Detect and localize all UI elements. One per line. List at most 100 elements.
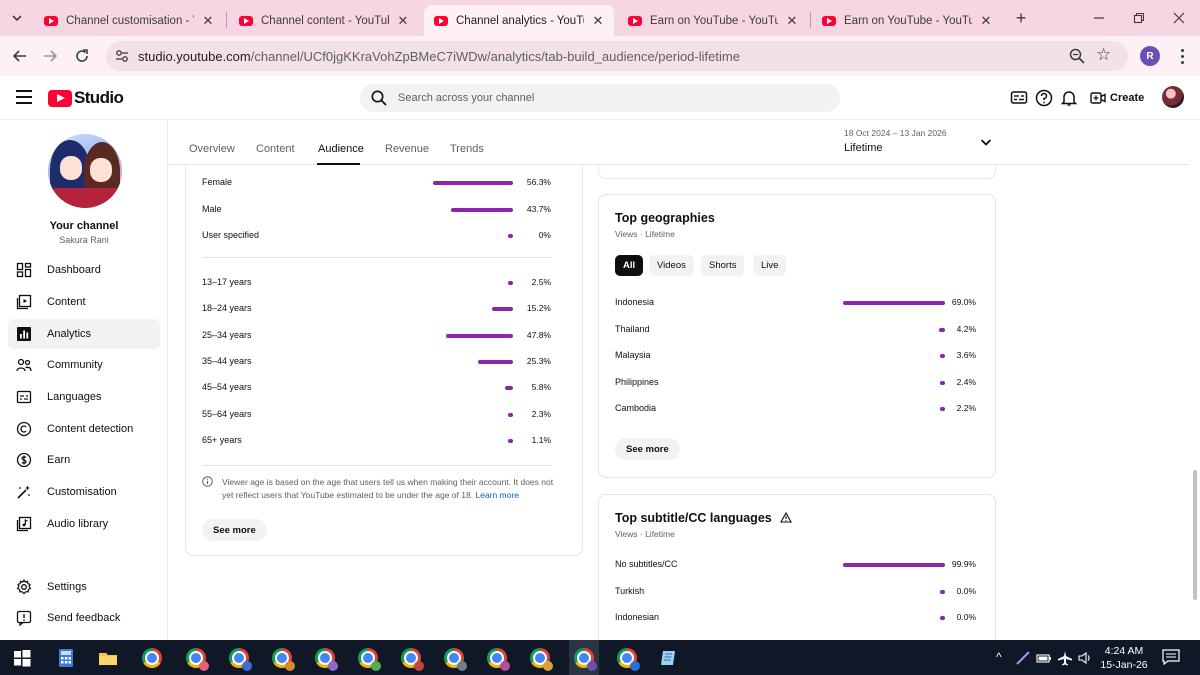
chrome-profile-icon[interactable] — [401, 648, 424, 671]
sidebar-item-earn[interactable]: Earn — [8, 445, 160, 475]
back-button[interactable] — [8, 44, 32, 68]
notification-center-icon[interactable] — [1162, 649, 1180, 665]
tab-revenue[interactable]: Revenue — [385, 143, 429, 155]
browser-tab-2[interactable]: Channel content - YouTube Studio ✕ — [229, 5, 419, 36]
sidebar-item-languages[interactable]: Languages — [8, 382, 160, 412]
notifications-bell-icon[interactable] — [1060, 89, 1078, 107]
create-button[interactable]: Create — [1090, 85, 1144, 111]
sidebar-item-send-feedback[interactable]: Send feedback — [8, 603, 160, 633]
age-row: 35–44 years 25.3% — [186, 354, 582, 370]
search-input[interactable]: Search across your channel — [360, 84, 840, 112]
learn-more-link[interactable]: Learn more — [475, 490, 518, 500]
age-row: 18–24 years 15.2% — [186, 301, 582, 317]
chrome-profile-r-icon[interactable] — [574, 648, 597, 671]
close-tab-icon[interactable]: ✕ — [978, 13, 994, 29]
studio-logo[interactable]: Studio — [48, 88, 124, 108]
tab-trends[interactable]: Trends — [450, 143, 484, 155]
notepad-icon[interactable] — [659, 648, 679, 668]
chip-shorts[interactable]: Shorts — [701, 255, 745, 276]
previous-card — [598, 166, 996, 179]
airplane-mode-icon[interactable] — [1057, 650, 1073, 666]
subtitles-icon[interactable] — [1010, 89, 1028, 107]
tab-audience[interactable]: Audience — [318, 143, 364, 155]
page-scrollbar[interactable] — [1190, 120, 1200, 640]
sidebar-item-customisation[interactable]: Customisation — [8, 477, 160, 507]
taskbar-clock[interactable]: 4:24 AM 15-Jan-26 — [1098, 644, 1150, 672]
windows-taskbar: ^ 4:24 AM 15-Jan-26 — [0, 640, 1200, 675]
zoom-icon[interactable] — [1068, 47, 1086, 65]
chrome-profile-icon[interactable] — [315, 648, 338, 671]
chrome-profile-icon[interactable] — [272, 648, 295, 671]
chrome-profile-icon[interactable] — [358, 648, 381, 671]
sidebar-item-analytics[interactable]: Analytics — [8, 319, 160, 349]
windows-start-icon[interactable] — [12, 648, 32, 668]
minimize-button[interactable] — [1088, 7, 1110, 29]
tab-overview[interactable]: Overview — [189, 143, 235, 155]
sidebar-item-audio-library[interactable]: Audio library — [8, 509, 160, 539]
browser-menu-icon[interactable] — [1172, 46, 1192, 66]
chrome-profile-icon[interactable] — [444, 648, 467, 671]
period-selector[interactable]: 18 Oct 2024 – 13 Jan 2026 Lifetime — [844, 128, 947, 154]
chrome-profile-d-icon[interactable] — [617, 648, 640, 671]
sidebar-item-dashboard[interactable]: Dashboard — [8, 255, 160, 285]
account-avatar[interactable] — [1162, 86, 1184, 108]
help-icon[interactable] — [1035, 89, 1053, 107]
close-window-button[interactable] — [1168, 7, 1190, 29]
geography-row-label: Cambodia — [615, 403, 657, 413]
channel-avatar[interactable] — [48, 134, 122, 208]
forward-button[interactable] — [38, 44, 62, 68]
youtube-favicon-icon — [239, 15, 253, 26]
see-more-geographies-button[interactable]: See more — [615, 438, 680, 460]
earn-icon — [16, 452, 32, 468]
reload-button[interactable] — [70, 44, 94, 68]
sidebar-item-settings[interactable]: Settings — [8, 572, 160, 602]
scrollbar-thumb[interactable] — [1193, 470, 1197, 600]
show-hidden-icons-icon[interactable]: ^ — [996, 650, 1002, 664]
address-bar[interactable]: studio.youtube.com/channel/UCf0jgKKraVoh… — [106, 41, 1128, 71]
chip-live[interactable]: Live — [753, 255, 787, 276]
chrome-icon[interactable] — [142, 648, 162, 668]
close-tab-icon[interactable]: ✕ — [590, 13, 606, 29]
divider — [202, 465, 552, 466]
hamburger-menu-icon[interactable] — [16, 90, 32, 104]
warning-icon[interactable] — [780, 511, 793, 523]
chip-all[interactable]: All — [615, 255, 644, 276]
chip-videos[interactable]: Videos — [649, 255, 694, 276]
pen-icon[interactable] — [1015, 650, 1031, 666]
browser-tab-1[interactable]: Channel customisation - YouTube ✕ — [34, 5, 224, 36]
browser-profile-avatar[interactable]: R — [1140, 46, 1160, 66]
chrome-profile-icon[interactable] — [229, 648, 252, 671]
close-tab-icon[interactable]: ✕ — [395, 13, 411, 29]
sidebar-item-community[interactable]: Community — [8, 350, 160, 380]
close-tab-icon[interactable]: ✕ — [200, 13, 216, 29]
subtitle-language-row-label: No subtitles/CC — [615, 559, 678, 569]
calculator-icon[interactable] — [56, 648, 76, 668]
chevron-down-icon[interactable] — [979, 135, 993, 149]
chrome-profile-icon[interactable] — [186, 648, 209, 671]
subtitles-subtitle: Views · Lifetime — [615, 529, 675, 539]
volume-icon[interactable] — [1077, 650, 1093, 666]
close-tab-icon[interactable]: ✕ — [784, 13, 800, 29]
browser-tab-3-active[interactable]: Channel analytics - YouTube Studio ✕ — [424, 5, 614, 36]
reload-icon — [76, 49, 88, 62]
file-explorer-icon[interactable] — [98, 648, 118, 668]
chrome-profile-icon[interactable] — [530, 648, 553, 671]
sidebar-item-content-detection[interactable]: Content detection — [8, 414, 160, 444]
subtitle-language-row-label: Indonesian — [615, 612, 660, 622]
tab-search-button[interactable] — [6, 7, 28, 29]
dashboard-icon — [16, 262, 32, 278]
subtitle-language-row: Indonesian 0.0% — [599, 610, 995, 626]
bookmark-star-icon[interactable]: ☆ — [1096, 45, 1111, 65]
site-info-icon[interactable] — [114, 48, 130, 64]
restore-button[interactable] — [1128, 7, 1150, 29]
browser-tab-5[interactable]: Earn on YouTube - YouTube Studio ✕ — [812, 5, 1002, 36]
sidebar-item-content[interactable]: Content — [8, 287, 160, 317]
new-tab-button[interactable]: + — [1010, 7, 1032, 29]
browser-tab-4[interactable]: Earn on YouTube - YouTube Studio ✕ — [618, 5, 808, 36]
tab-content[interactable]: Content — [256, 143, 295, 155]
minimize-icon — [1094, 17, 1104, 19]
see-more-demographics-button[interactable]: See more — [202, 519, 267, 541]
battery-icon[interactable] — [1036, 650, 1052, 666]
chrome-profile-icon[interactable] — [487, 648, 510, 671]
restore-icon — [1133, 12, 1145, 24]
